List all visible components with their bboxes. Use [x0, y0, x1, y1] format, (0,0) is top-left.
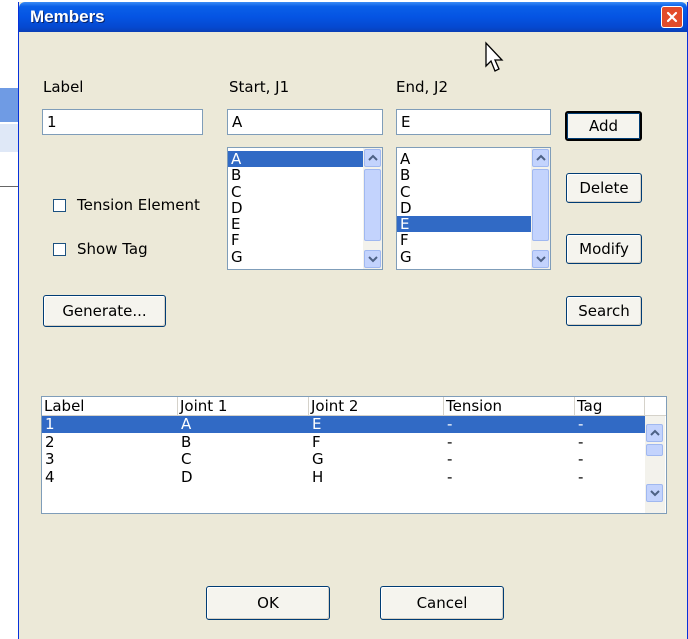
list-item[interactable]: D	[397, 200, 531, 217]
tension-element-checkbox[interactable]	[53, 199, 66, 212]
list-item[interactable]: B	[228, 167, 363, 184]
search-button[interactable]: Search	[566, 296, 642, 326]
show-tag-checkbox[interactable]	[53, 243, 66, 256]
table-cell: -	[447, 450, 453, 468]
scroll-thumb[interactable]	[646, 444, 663, 456]
chevron-up-icon	[367, 154, 378, 161]
list-item[interactable]: C	[397, 183, 531, 200]
list-item[interactable]: C	[228, 183, 363, 200]
list-item[interactable]: G	[228, 248, 363, 265]
column-header[interactable]: Tag	[575, 397, 645, 415]
chevron-down-icon	[649, 490, 660, 497]
add-button[interactable]: Add	[565, 111, 642, 141]
scroll-down-button[interactable]	[532, 250, 549, 268]
chevron-up-icon	[535, 154, 546, 161]
table-cell: H	[312, 467, 324, 486]
mouse-pointer-icon	[485, 41, 504, 72]
table-header: Label Joint 1 Joint 2 Tension Tag	[42, 397, 666, 416]
list-item[interactable]: G	[397, 248, 531, 265]
list-item[interactable]: A	[228, 151, 363, 167]
start-j1-field[interactable]: A	[227, 109, 383, 135]
table-row[interactable]: 2 B F - -	[42, 432, 645, 451]
table-cell: 3	[45, 450, 55, 468]
table-row[interactable]: 4 D H - -	[42, 467, 645, 486]
list-item[interactable]: A	[397, 151, 531, 168]
members-dialog: Members Label Start, J1 End, J2 1 A E AB…	[18, 2, 688, 639]
tension-element-label[interactable]: Tension Element	[77, 196, 200, 214]
scroll-thumb[interactable]	[364, 169, 381, 241]
table-cell: D	[181, 467, 193, 486]
list-item[interactable]: F	[228, 232, 363, 249]
table-cell: 2	[45, 432, 55, 451]
column-header[interactable]: Tension	[444, 397, 575, 415]
show-tag-label[interactable]: Show Tag	[77, 240, 148, 258]
column-header[interactable]: Joint 1	[178, 397, 309, 415]
table-cell: -	[447, 432, 453, 451]
table-row[interactable]: 3 C G - -	[42, 451, 645, 468]
ok-button[interactable]: OK	[206, 586, 330, 620]
list-item[interactable]: F	[397, 232, 531, 249]
table-cell: -	[578, 467, 584, 486]
chevron-down-icon	[535, 256, 546, 263]
table-cell: B	[181, 432, 192, 451]
table-cell: G	[312, 450, 324, 468]
window-title: Members	[30, 7, 105, 26]
start-j1-caption: Start, J1	[229, 78, 290, 96]
list-item[interactable]: E	[228, 216, 363, 233]
end-j2-caption: End, J2	[396, 78, 449, 96]
list-item[interactable]: D	[228, 200, 363, 217]
scroll-up-button[interactable]	[646, 424, 663, 442]
end-j2-field[interactable]: E	[396, 109, 551, 135]
table-row[interactable]: 1 A E - -	[42, 416, 645, 433]
start-joint-listbox[interactable]: ABCDEFG	[227, 147, 383, 270]
title-bar[interactable]: Members	[19, 2, 687, 72]
scroll-down-button[interactable]	[646, 484, 663, 502]
table-cell: E	[312, 415, 322, 433]
table-cell: -	[447, 467, 453, 486]
modify-button[interactable]: Modify	[566, 234, 642, 264]
table-cell: 4	[45, 467, 55, 486]
column-header[interactable]: Joint 2	[309, 397, 444, 415]
end-joint-listbox[interactable]: ABCDEFG	[396, 147, 551, 270]
chevron-down-icon	[367, 256, 378, 263]
scroll-up-button[interactable]	[364, 149, 381, 167]
table-scrollbar[interactable]	[645, 416, 665, 513]
close-button[interactable]	[661, 6, 683, 28]
table-cell: A	[181, 415, 192, 433]
scroll-up-button[interactable]	[532, 149, 549, 167]
start-list-scrollbar[interactable]	[363, 148, 382, 269]
table-cell: F	[312, 432, 321, 451]
column-header[interactable]: Label	[42, 397, 178, 415]
scroll-thumb[interactable]	[532, 169, 549, 241]
generate-button[interactable]: Generate...	[43, 295, 166, 327]
table-cell: 1	[45, 415, 55, 433]
table-cell: -	[578, 450, 584, 468]
table-cell: C	[181, 450, 192, 468]
scroll-down-button[interactable]	[364, 250, 381, 268]
cancel-button[interactable]: Cancel	[380, 586, 504, 620]
table-cell: -	[578, 415, 584, 433]
label-field[interactable]: 1	[42, 109, 203, 135]
list-item[interactable]: E	[397, 216, 531, 232]
table-cell: -	[578, 432, 584, 451]
table-cell: -	[447, 415, 453, 433]
delete-button[interactable]: Delete	[566, 173, 642, 203]
chevron-up-icon	[649, 429, 660, 436]
label-caption: Label	[43, 78, 84, 96]
close-icon	[666, 11, 678, 23]
end-list-scrollbar[interactable]	[531, 148, 550, 269]
members-list-view[interactable]: Label Joint 1 Joint 2 Tension Tag 1AE--2BF--…	[41, 396, 667, 514]
list-item[interactable]: B	[397, 167, 531, 184]
